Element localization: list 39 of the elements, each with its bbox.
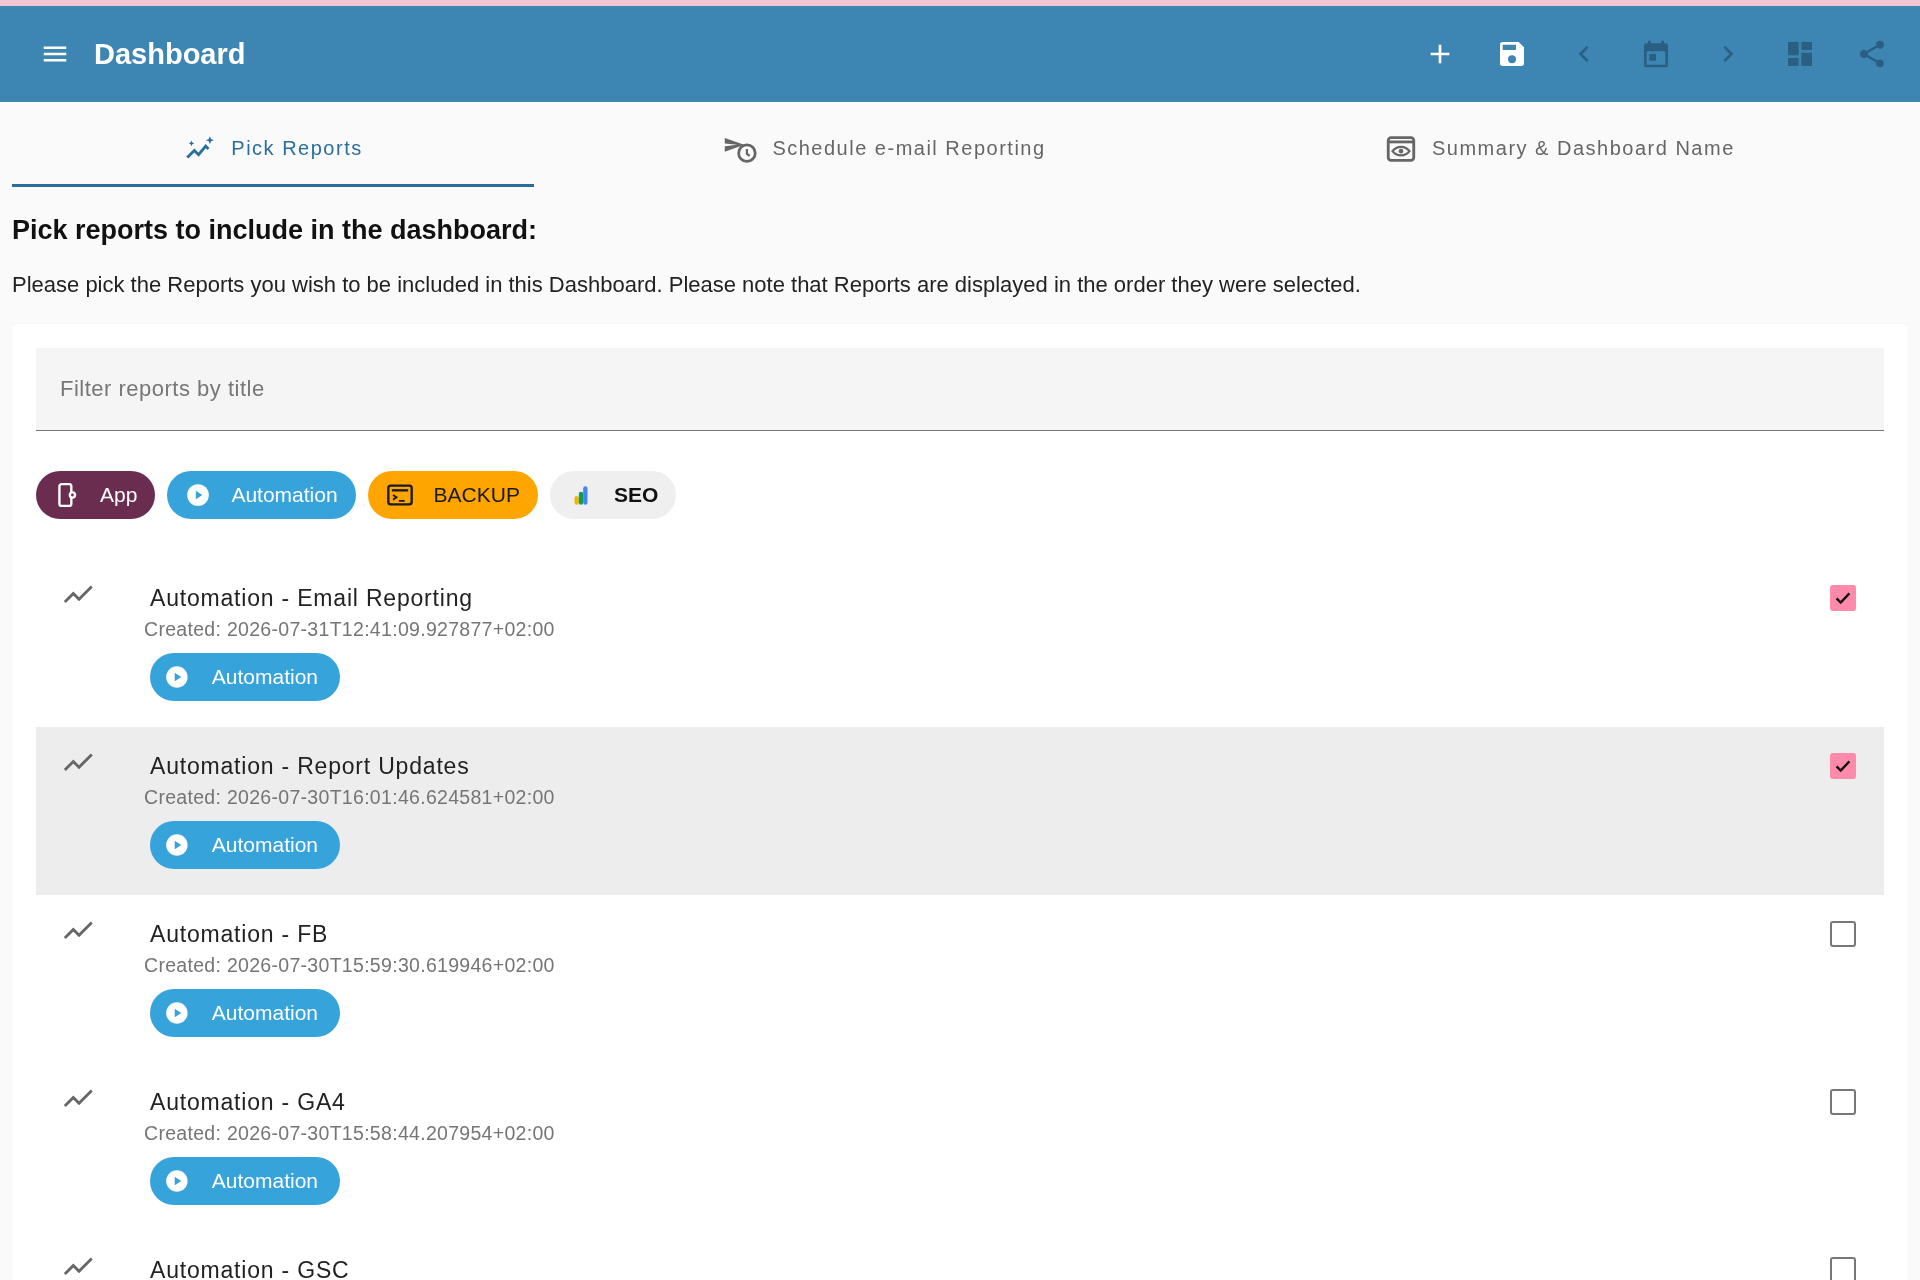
report-title: Automation - FB [150,921,330,948]
created-date: Created: 2026-07-30T15:58:44.207954+02:00 [144,1122,556,1145]
tab[interactable]: Pick Reports [12,102,534,187]
category-tag: Automation [150,989,340,1037]
play-circle-icon [164,832,190,858]
play-circle-icon [185,482,212,508]
checkbox[interactable] [1830,753,1856,779]
category-tag: Automation [150,653,340,701]
checkbox[interactable] [1830,585,1856,611]
report-row[interactable]: Automation - Email Reporting Created: 2026-07-31T12:41:09.927877+02:00 Automation [36,559,1884,727]
category-chip[interactable]: SEO [549,471,677,519]
tab[interactable]: Summary & Dashboard Name [1234,102,1908,187]
checkbox[interactable] [1830,1089,1856,1115]
checkbox[interactable] [1830,921,1856,947]
report-row[interactable]: Automation - Report Updates Created: 2026-07-30T16:01:46.624581+02:00 Automation [36,727,1884,895]
created-date: Created: 2026-07-30T15:59:30.619946+02:00 [144,954,556,977]
tab[interactable]: Schedule e-mail Reporting [534,102,1234,187]
report-title: Automation - Report Updates [150,753,471,780]
category-chip[interactable]: BACKUP [367,471,538,519]
report-title: Automation - GA4 [150,1089,347,1116]
created-date: Created: 2026-07-31T12:41:09.927877+02:00 [144,618,556,641]
report-row[interactable]: Automation - GSC [36,1231,1884,1280]
created-date: Created: 2026-07-30T16:01:46.624581+02:00 [144,786,556,809]
report-title: Automation - GSC [150,1257,351,1280]
report-row[interactable]: Automation - FB Created: 2026-07-30T15:59:30.619946+02:00 Automation [36,895,1884,1063]
report-title: Automation - Email Reporting [150,585,474,612]
play-circle-icon [164,1168,190,1194]
category-tag: Automation [150,821,340,869]
checkbox[interactable] [1830,1257,1856,1280]
category-chip[interactable]: App [36,471,156,519]
filter-field[interactable]: Filter reports by title [36,348,1884,431]
terminal-icon [385,482,414,508]
report-row[interactable]: Automation - GA4 Created: 2026-07-30T15:58:44.207954+02:00 Automation [36,1063,1884,1231]
app-title: Dashboard [94,37,246,71]
play-circle-icon [164,1000,190,1026]
play-circle-icon [164,664,190,690]
category-tag: Automation [150,1157,340,1205]
description-text: Please pick the Reports you wish to be included in this Dashboard. Please note that Reports are displayed in the order they were selected. [12,272,1362,298]
section-heading: Pick reports to include in the dashboard: [12,215,539,246]
